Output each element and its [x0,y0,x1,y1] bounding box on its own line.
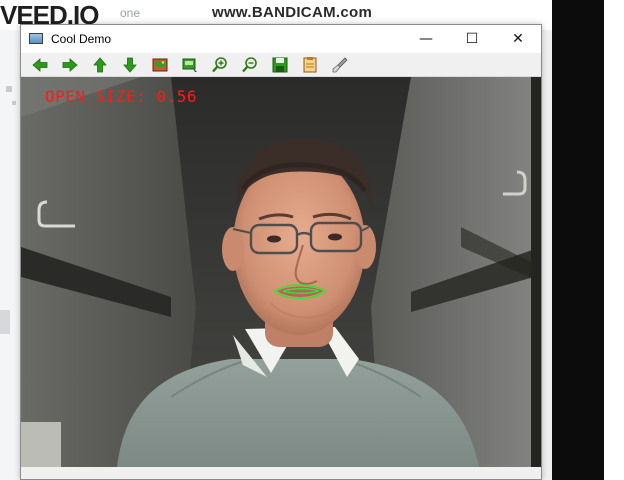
display-properties-button[interactable] [177,54,203,76]
left-ear [222,227,244,271]
background-left-dot-small [12,101,16,105]
video-canvas[interactable]: OPEN_SIZE: 0.56 [21,77,541,467]
pan-down-button[interactable] [117,54,143,76]
right-edge-shadow [531,77,541,467]
arrow-left-icon [32,57,48,72]
background-right-edge [604,0,624,480]
copy-image-button[interactable] [297,54,323,76]
save-image-button[interactable] [267,54,293,76]
cool-demo-window: Cool Demo — ☐ ✕ OPEN_SIZE: 0.56 [20,24,542,480]
background-left-strip [0,30,20,480]
app-icon [29,33,43,44]
right-ear [354,225,376,269]
image-icon [152,58,168,71]
properties-icon [182,58,197,72]
save-icon [272,57,288,72]
zoom-in-icon [212,56,227,72]
copy-icon [303,56,317,72]
arrow-right-icon [62,57,78,72]
background-logo-subtitle: one [120,6,141,20]
close-button[interactable]: ✕ [495,25,541,53]
arrow-down-icon [123,57,137,73]
toolbar [21,53,541,77]
bandicam-watermark: www.BANDICAM.com [212,4,373,21]
brush-icon [332,56,348,72]
webcam-frame [21,77,541,467]
pan-left-button[interactable] [27,54,53,76]
background-left-dot [6,86,12,92]
maximize-icon: ☐ [465,31,479,47]
zoom-in-button[interactable] [207,54,233,76]
right-eye [328,233,342,241]
arrow-up-icon [93,56,107,72]
status-bar [21,467,541,479]
close-icon: ✕ [512,31,524,47]
zoom-out-icon [242,56,257,72]
maximize-button[interactable]: ☐ [449,25,495,53]
background-left-scroll-mark [0,310,10,334]
bottom-left-object [21,422,61,467]
properties-button[interactable] [327,54,353,76]
pan-up-button[interactable] [87,54,113,76]
window-titlebar[interactable]: Cool Demo — ☐ ✕ [21,25,541,53]
minimize-icon: — [419,31,433,47]
window-title: Cool Demo [51,32,112,46]
left-eye [267,235,281,243]
zoom-out-button[interactable] [237,54,263,76]
minimize-button[interactable]: — [403,25,449,53]
pan-right-button[interactable] [57,54,83,76]
zoom-to-image-button[interactable] [147,54,173,76]
open-size-readout: OPEN_SIZE: 0.56 [45,87,197,106]
